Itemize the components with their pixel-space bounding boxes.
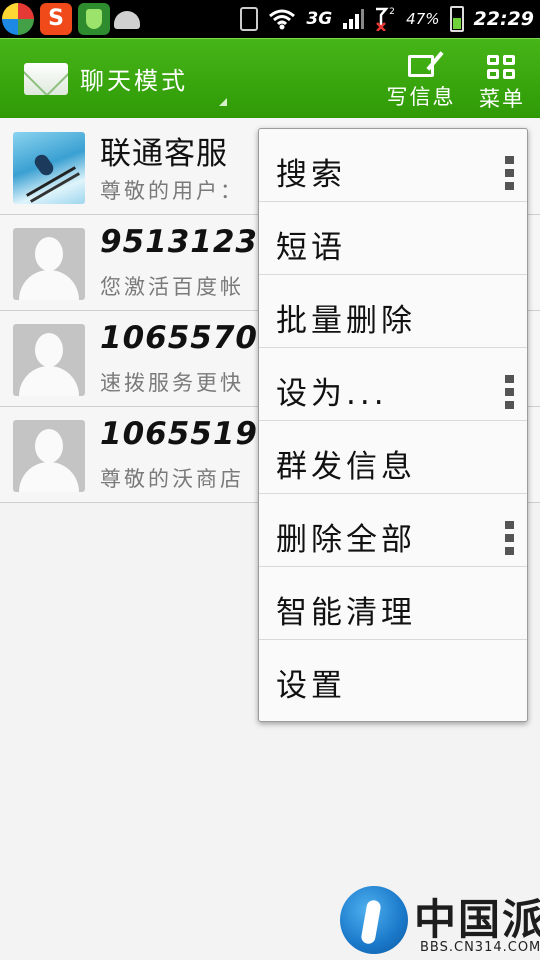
default-contact-avatar — [13, 228, 85, 300]
conversation-preview: 尊敬的用户： — [100, 179, 244, 203]
menu-item-batch-delete[interactable]: 批量删除 — [259, 275, 527, 348]
android-app-icon — [110, 3, 142, 35]
menu-item-label: 批量删除 — [276, 303, 416, 339]
menu-item-smart-cleanup[interactable]: 智能清理 — [259, 567, 527, 640]
menu-label: 菜单 — [479, 87, 525, 111]
conversation-name: 联通客服 — [100, 136, 228, 172]
action-bar: 聊天模式 写信息 菜单 — [0, 38, 540, 118]
contact-photo-avatar — [13, 132, 85, 204]
menu-item-search[interactable]: 搜索 — [259, 129, 527, 202]
battery-percent: 47% — [406, 10, 440, 28]
mode-title[interactable]: 聊天模式 — [80, 61, 188, 96]
compose-button[interactable]: 写信息 — [385, 39, 457, 119]
overflow-popup-menu: 搜索 短语 批量删除 设为... 群发信息 删除全部 智能清理 设置 — [258, 128, 528, 722]
site-logo-icon — [340, 886, 408, 954]
submenu-more-icon — [505, 375, 514, 409]
mail-icon — [24, 63, 68, 95]
clock: 22:29 — [473, 8, 534, 30]
default-contact-avatar — [13, 420, 85, 492]
phone-vibrate-icon — [240, 7, 259, 31]
menu-item-delete-all[interactable]: 删除全部 — [259, 494, 527, 567]
compose-icon — [408, 55, 434, 77]
submenu-more-icon — [505, 156, 514, 190]
menu-button[interactable]: 菜单 — [476, 39, 528, 119]
menu-item-label: 搜索 — [276, 157, 346, 193]
pinwheel-app-icon — [2, 3, 34, 35]
menu-item-label: 删除全部 — [276, 522, 416, 558]
conversation-preview: 尊敬的沃商店 — [100, 467, 244, 491]
conversation-name: 10655198 — [100, 416, 281, 452]
menu-item-label: 设为... — [276, 376, 388, 412]
menu-item-group-send[interactable]: 群发信息 — [259, 421, 527, 494]
security-app-icon — [78, 3, 110, 35]
watermark-title: 中国派 — [414, 895, 540, 944]
mode-dropdown-caret-icon — [219, 98, 227, 106]
wifi-icon — [268, 8, 296, 30]
menu-item-label: 短语 — [276, 230, 346, 266]
sim2-label: 2 — [389, 7, 395, 17]
conversation-preview: 您激活百度帐 — [100, 275, 244, 299]
submenu-more-icon — [505, 521, 514, 555]
menu-item-settings[interactable]: 设置 — [259, 640, 527, 713]
menu-item-label: 智能清理 — [276, 595, 416, 631]
conversation-preview: 速拨服务更快 — [100, 371, 244, 395]
menu-item-label: 群发信息 — [276, 449, 416, 485]
compose-label: 写信息 — [386, 85, 456, 109]
network-type-label: 3G — [306, 9, 333, 29]
default-contact-avatar — [13, 324, 85, 396]
menu-item-set-as[interactable]: 设为... — [259, 348, 527, 421]
watermark-url: BBS.CN314.COM — [420, 940, 540, 955]
signal-no-service-icon: 2 — [374, 7, 396, 32]
menu-item-phrases[interactable]: 短语 — [259, 202, 527, 275]
signal-icon — [342, 9, 365, 29]
watermark: 中国派 BBS.CN314.COM — [340, 882, 540, 960]
battery-charging-icon — [449, 6, 464, 32]
status-bar: S 3G 2 47% 22:29 — [0, 0, 540, 38]
sogou-app-icon: S — [40, 3, 72, 35]
menu-grid-icon — [487, 55, 517, 79]
menu-item-label: 设置 — [276, 668, 346, 704]
